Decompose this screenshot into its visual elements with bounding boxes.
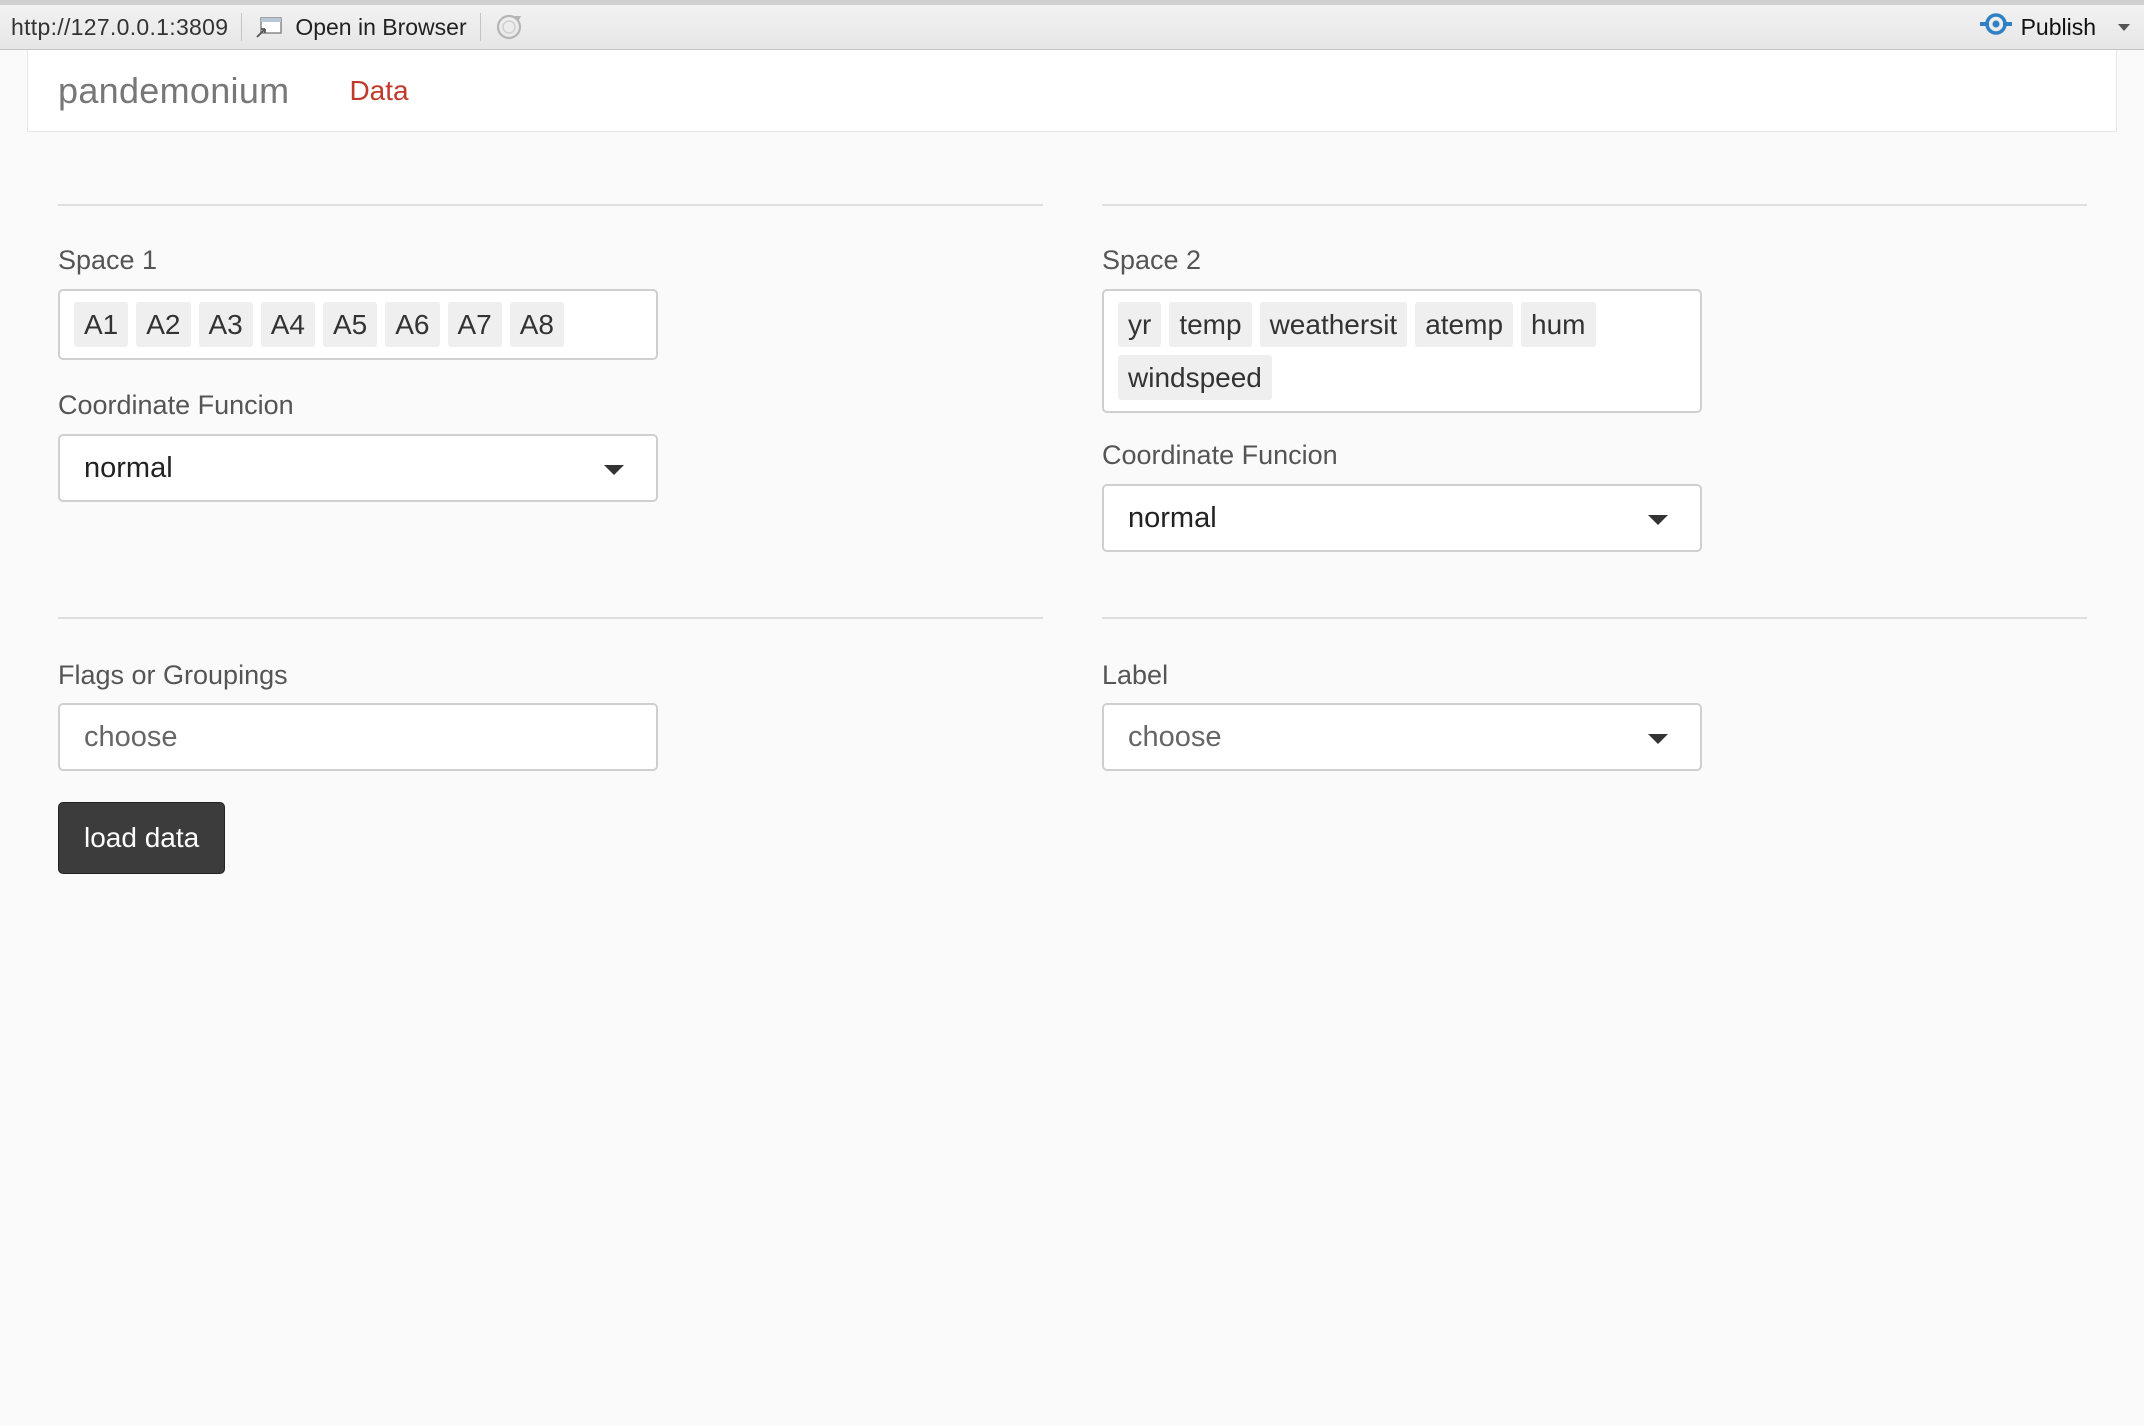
viewer-url[interactable]: http://127.0.0.1:3809 [0,14,228,41]
space1-tag[interactable]: A2 [136,302,191,347]
chevron-down-icon [1648,515,1668,525]
space2-tag[interactable]: weathersit [1259,302,1408,347]
space2-tags: yr temp weathersit atemp hum windspeed [1104,291,1700,411]
space1-tags: A1 A2 A3 A4 A5 A6 A7 A8 [60,291,656,358]
toolbar-divider [241,13,243,41]
flags-placeholder: choose [84,720,178,753]
toolbar-divider [479,13,481,41]
open-in-browser-icon [255,15,285,39]
publish-dropdown-icon[interactable] [2118,23,2130,31]
open-in-browser-label: Open in Browser [295,13,467,40]
space2-tag[interactable]: hum [1521,302,1596,347]
space2-coord-select[interactable]: normal [1102,484,1702,552]
space1-multiselect[interactable]: A1 A2 A3 A4 A5 A6 A7 A8 [58,289,658,360]
space2-tag[interactable]: yr [1118,302,1162,347]
space1-tag[interactable]: A5 [323,302,378,347]
section-divider [58,617,1043,619]
space2-tag[interactable]: temp [1169,302,1252,347]
tab-data[interactable]: Data [349,75,408,107]
space2-tag[interactable]: atemp [1415,302,1514,347]
space2-coord-value: normal [1128,501,1217,534]
label-select-label: Label [1102,660,1169,690]
space1-tag[interactable]: A4 [260,302,315,347]
viewer-toolbar: http://127.0.0.1:3809 Open in Browser Pu… [0,0,2144,50]
space1-coord-label: Coordinate Funcion [58,390,294,420]
space1-tag[interactable]: A3 [198,302,253,347]
space1-tag[interactable]: A8 [509,302,564,347]
label-select[interactable]: choose [1102,703,1702,771]
publish-label: Publish [2020,13,2096,40]
publish-button[interactable]: Publish [1979,5,2130,49]
space1-tag[interactable]: A7 [447,302,502,347]
flags-label: Flags or Groupings [58,660,288,690]
space1-label: Space 1 [58,245,158,275]
publish-icon [1979,10,2013,44]
space2-label: Space 2 [1102,245,1202,275]
app-brand[interactable]: pandemonium [58,70,289,112]
load-data-button[interactable]: load data [58,802,226,874]
label-select-placeholder: choose [1128,720,1222,753]
space1-tag[interactable]: A6 [385,302,440,347]
chevron-down-icon [604,465,624,475]
section-divider [1102,617,2087,619]
space2-tag[interactable]: windspeed [1118,355,1272,400]
section-divider [58,204,1043,206]
app-navbar: pandemonium Data [27,50,2117,132]
flags-select[interactable]: choose [58,703,658,771]
space1-coord-value: normal [84,451,173,484]
space1-tag[interactable]: A1 [74,302,129,347]
section-divider [1102,204,2087,206]
refresh-icon[interactable] [494,12,524,42]
open-in-browser-button[interactable]: Open in Browser [255,13,467,41]
space2-coord-label: Coordinate Funcion [1102,440,1338,470]
space2-multiselect[interactable]: yr temp weathersit atemp hum windspeed [1102,289,1702,413]
space1-coord-select[interactable]: normal [58,434,658,502]
chevron-down-icon [1648,734,1668,744]
